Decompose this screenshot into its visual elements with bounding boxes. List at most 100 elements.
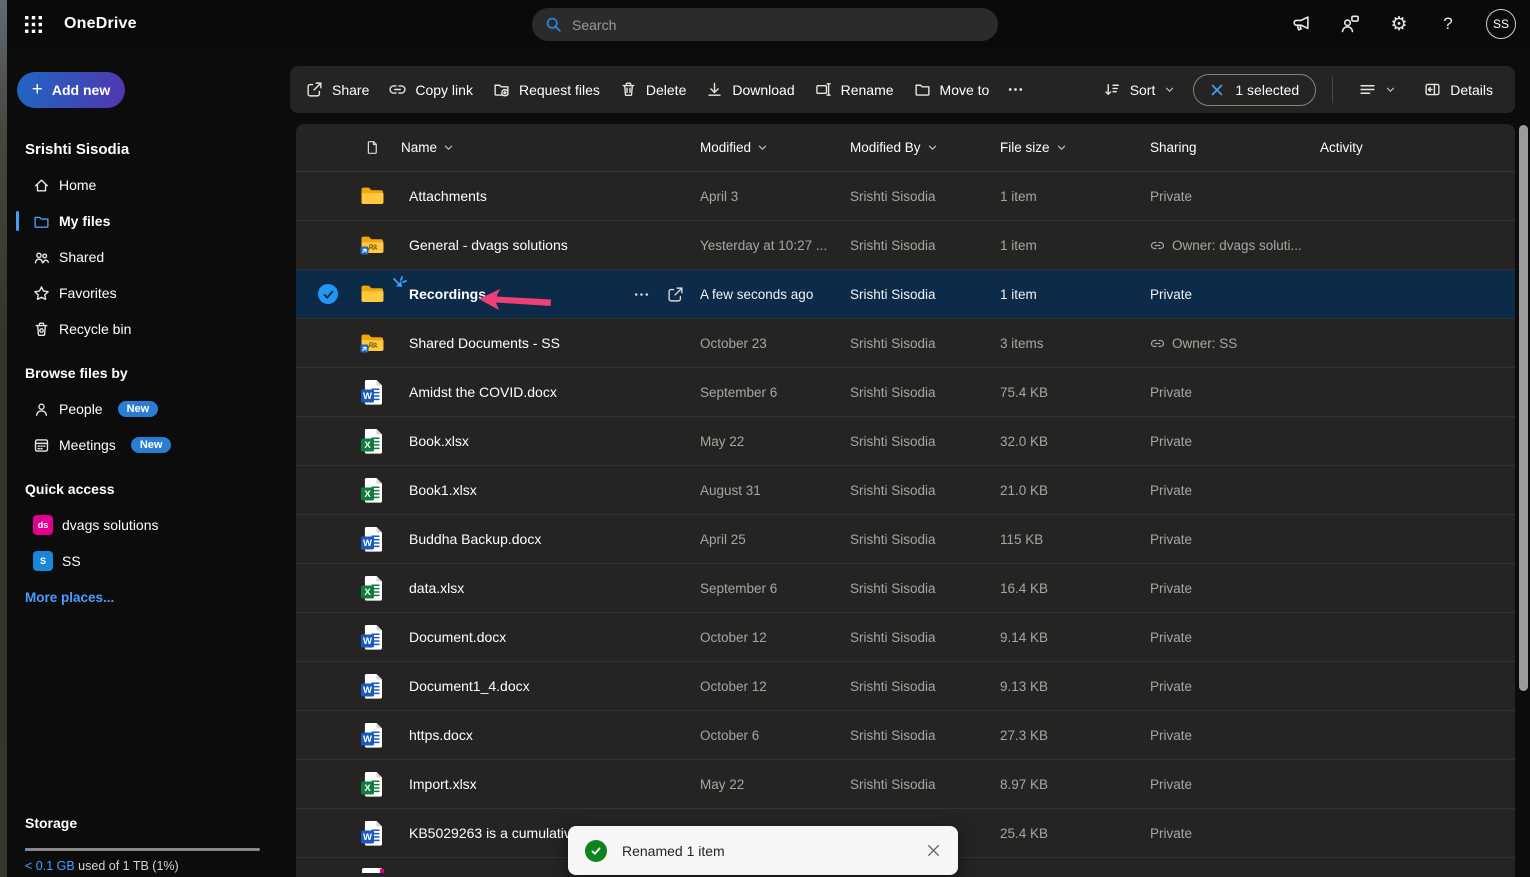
modified-by-cell: Srishti Sisodia	[842, 483, 992, 498]
sidebar-item-favorites[interactable]: Favorites	[7, 275, 290, 311]
settings-icon[interactable]: ⚙	[1388, 13, 1410, 35]
file-name[interactable]: data.xlsx	[400, 580, 464, 596]
svg-text:W: W	[363, 832, 372, 843]
user-name: Srishti Sisodia	[25, 141, 290, 158]
file-name[interactable]: Amidst the COVID.docx	[400, 384, 557, 400]
file-row[interactable]: Recordings A few seconds ago Srishti Sis…	[296, 270, 1515, 319]
file-name[interactable]: https.docx	[400, 727, 473, 743]
add-new-button[interactable]: + Add new	[17, 72, 125, 108]
selection-pill[interactable]: 1 selected	[1193, 74, 1316, 106]
sidebar-item-shared[interactable]: Shared	[7, 239, 290, 275]
selected-check-icon[interactable]	[318, 284, 338, 304]
column-header-name[interactable]: Name	[392, 140, 692, 155]
file-row[interactable]: Shared Documents - SS October 23 Srishti…	[296, 319, 1515, 368]
row-share-icon[interactable]	[667, 286, 684, 303]
file-name[interactable]: Import.xlsx	[400, 776, 477, 792]
move-to-button[interactable]: Move to	[904, 66, 1000, 113]
copy-link-button[interactable]: Copy link	[379, 66, 483, 113]
sharing-cell: Private	[1142, 189, 1312, 204]
file-name[interactable]: KB5029263 is a cumulative	[400, 825, 579, 841]
top-bar-icons: ⚙ ? SS	[1290, 9, 1530, 39]
details-button[interactable]: Details	[1414, 66, 1503, 113]
file-row[interactable]: W Amidst the COVID.docx September 6 Sris…	[296, 368, 1515, 417]
word-icon: W	[361, 820, 384, 847]
request-files-button[interactable]: Request files	[483, 66, 610, 113]
sharing-label: Private	[1150, 385, 1192, 400]
column-header-activity[interactable]: Activity	[1312, 140, 1515, 155]
modified-by-cell: Srishti Sisodia	[842, 630, 992, 645]
share-button[interactable]: Share	[296, 66, 379, 113]
modified-by-cell: Srishti Sisodia	[842, 238, 992, 253]
file-name[interactable]: Book1.xlsx	[400, 482, 477, 498]
file-name[interactable]: Document.docx	[400, 629, 506, 645]
file-row[interactable]: Attachments April 3 Srishti Sisodia 1 it…	[296, 172, 1515, 221]
modified-cell: May 22	[692, 777, 842, 792]
scrollbar[interactable]	[1519, 125, 1528, 877]
sidebar-item-my-files[interactable]: My files	[7, 203, 290, 239]
command-bar-right: Sort 1 selected Details	[1094, 66, 1503, 113]
file-row[interactable]: X data.xlsx September 6 Srishti Sisodia …	[296, 564, 1515, 613]
modified-by-cell: Srishti Sisodia	[842, 434, 992, 449]
download-button[interactable]: Download	[696, 66, 804, 113]
help-icon[interactable]: ?	[1437, 13, 1459, 35]
shared-link-icon	[1150, 238, 1165, 253]
site-tile-icon: S	[33, 551, 53, 571]
sidebar-item-recycle-bin[interactable]: Recycle bin	[7, 311, 290, 347]
feedback-icon[interactable]	[1339, 13, 1361, 35]
file-name[interactable]: Buddha Backup.docx	[400, 531, 541, 547]
selected-indicator	[16, 211, 19, 231]
sidebar-item-people[interactable]: People New	[7, 391, 290, 427]
file-row[interactable]: W Document.docx October 12 Srishti Sisod…	[296, 613, 1515, 662]
share-icon	[306, 81, 323, 98]
scrollbar-handle[interactable]	[1519, 125, 1528, 691]
folder-shared-icon	[360, 235, 385, 255]
sharing-label: Private	[1150, 728, 1192, 743]
file-row[interactable]: X Import.xlsx May 22 Srishti Sisodia 8.9…	[296, 760, 1515, 809]
sharing-label: Owner: dvags soluti...	[1172, 238, 1302, 253]
file-row[interactable]: General - dvags solutions Yesterday at 1…	[296, 221, 1515, 270]
delete-button[interactable]: Delete	[610, 66, 696, 113]
sidebar-item-meetings[interactable]: Meetings New	[7, 427, 290, 463]
quick-access-item-1[interactable]: S SS	[7, 543, 290, 579]
sort-button[interactable]: Sort	[1094, 66, 1186, 113]
file-name[interactable]: Book.xlsx	[400, 433, 469, 449]
move-to-label: Move to	[940, 82, 990, 98]
storage-bar-fill	[25, 848, 27, 851]
file-name[interactable]: General - dvags solutions	[400, 237, 568, 253]
rename-button[interactable]: Rename	[805, 66, 904, 113]
file-name[interactable]: Recordings	[400, 286, 486, 302]
modified-by-cell: Srishti Sisodia	[842, 532, 992, 547]
sidebar-item-label: Meetings	[59, 437, 116, 453]
search-input[interactable]	[572, 17, 985, 33]
column-header-file-size[interactable]: File size	[992, 140, 1142, 155]
quick-access-item-0[interactable]: ds dvags solutions	[7, 507, 290, 543]
file-row[interactable]: W Document1_4.docx October 12 Srishti Si…	[296, 662, 1515, 711]
sort-label: Sort	[1130, 82, 1156, 98]
toast-close-icon[interactable]	[926, 843, 941, 858]
modified-cell: October 12	[692, 679, 842, 694]
column-header-modified-by[interactable]: Modified By	[842, 140, 992, 155]
file-name[interactable]: Shared Documents - SS	[400, 335, 560, 351]
sharing-cell: Private	[1142, 630, 1312, 645]
row-more-options-icon[interactable]	[633, 286, 650, 303]
search-bar[interactable]	[532, 8, 998, 41]
sidebar-item-home[interactable]: Home	[7, 167, 290, 203]
file-row[interactable]: W Buddha Backup.docx April 25 Srishti Si…	[296, 515, 1515, 564]
file-row[interactable]: W https.docx October 6 Srishti Sisodia 2…	[296, 711, 1515, 760]
column-header-sharing[interactable]: Sharing	[1142, 140, 1312, 155]
chevron-down-icon	[443, 142, 454, 153]
avatar[interactable]: SS	[1486, 9, 1516, 39]
file-name[interactable]: Document1_4.docx	[400, 678, 530, 694]
home-icon	[33, 177, 50, 194]
announcements-icon[interactable]	[1290, 13, 1312, 35]
file-name[interactable]: Attachments	[400, 188, 487, 204]
more-commands-button[interactable]	[999, 66, 1032, 113]
app-launcher-icon[interactable]	[16, 7, 50, 41]
request-files-icon	[493, 81, 510, 98]
quick-access-label: SS	[62, 553, 81, 569]
file-row[interactable]: X Book1.xlsx August 31 Srishti Sisodia 2…	[296, 466, 1515, 515]
file-row[interactable]: X Book.xlsx May 22 Srishti Sisodia 32.0 …	[296, 417, 1515, 466]
more-places-link[interactable]: More places...	[25, 590, 290, 605]
view-options-button[interactable]	[1349, 66, 1406, 113]
column-header-modified[interactable]: Modified	[692, 140, 842, 155]
